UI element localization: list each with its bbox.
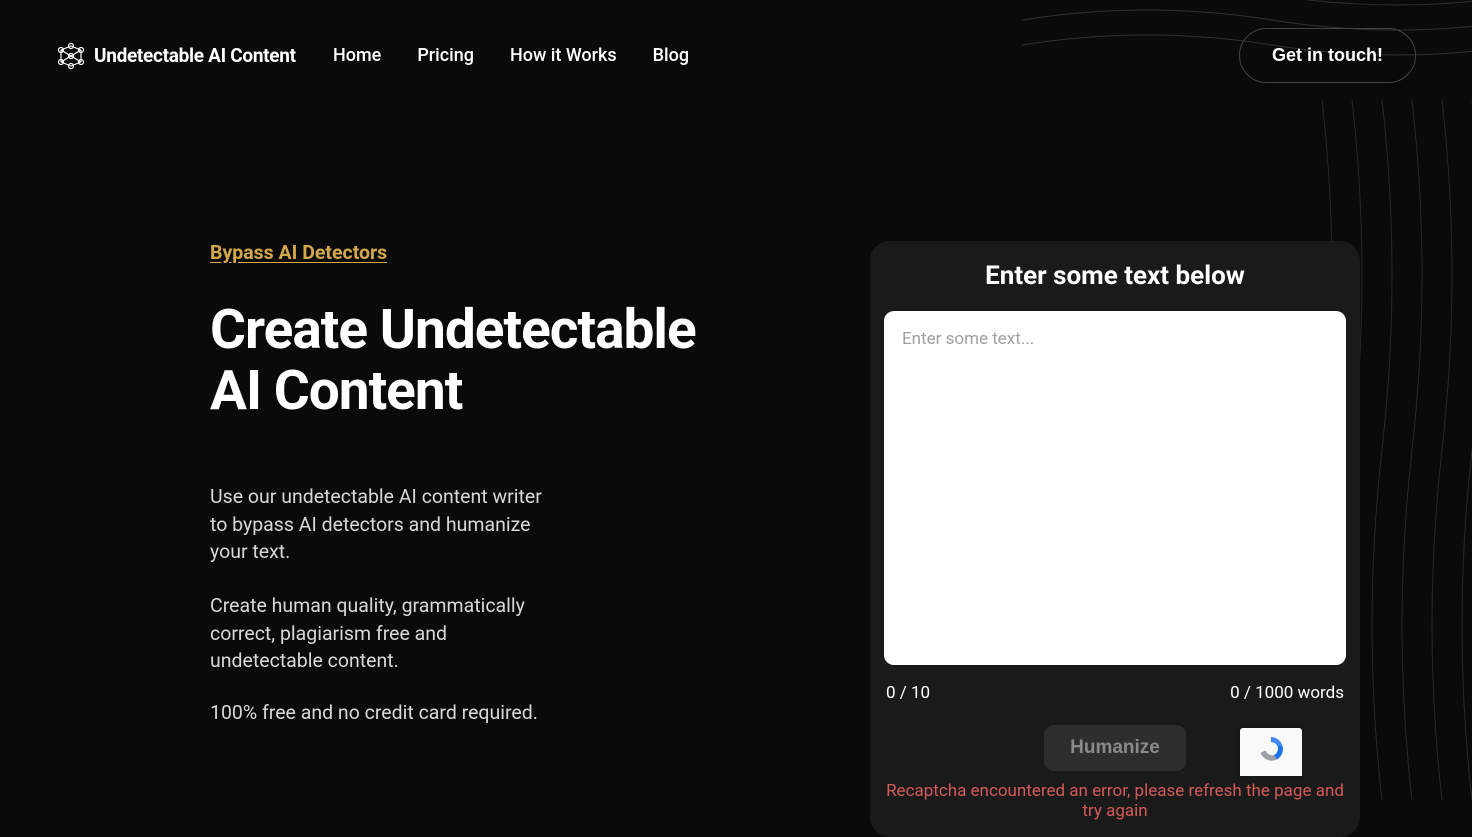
humanize-button[interactable]: Humanize: [1044, 725, 1186, 771]
nav-home[interactable]: Home: [333, 45, 381, 66]
nav-blog[interactable]: Blog: [653, 45, 689, 66]
main-nav: Home Pricing How it Works Blog: [333, 45, 689, 66]
logo-text: Undetectable AI Content: [94, 44, 296, 67]
submission-counter: 0 / 10: [886, 683, 930, 703]
nav-pricing[interactable]: Pricing: [417, 45, 474, 66]
recaptcha-badge[interactable]: [1240, 728, 1302, 776]
hero-column: Bypass AI Detectors Create Undetectable …: [210, 241, 720, 837]
hero-body-2: Create human quality, grammatically corr…: [210, 592, 550, 675]
word-counter: 0 / 1000 words: [1230, 683, 1344, 703]
nav-how-it-works[interactable]: How it Works: [510, 45, 617, 66]
counter-row: 0 / 10 0 / 1000 words: [884, 669, 1346, 725]
hero-eyebrow: Bypass AI Detectors: [210, 241, 720, 264]
card-title: Enter some text below: [884, 261, 1346, 291]
logo[interactable]: Undetectable AI Content: [56, 42, 296, 70]
logo-icon: [56, 42, 86, 70]
recaptcha-error: Recaptcha encountered an error, please r…: [884, 781, 1346, 821]
get-in-touch-button[interactable]: Get in touch!: [1239, 28, 1416, 83]
text-input[interactable]: [884, 311, 1346, 665]
recaptcha-icon: [1256, 734, 1286, 768]
hero-footnote: 100% free and no credit card required.: [210, 701, 720, 724]
site-header: Undetectable AI Content Home Pricing How…: [0, 0, 1472, 111]
hero-headline: Create Undetectable AI Content: [210, 300, 720, 421]
hero-body-1: Use our undetectable AI content writer t…: [210, 483, 550, 566]
